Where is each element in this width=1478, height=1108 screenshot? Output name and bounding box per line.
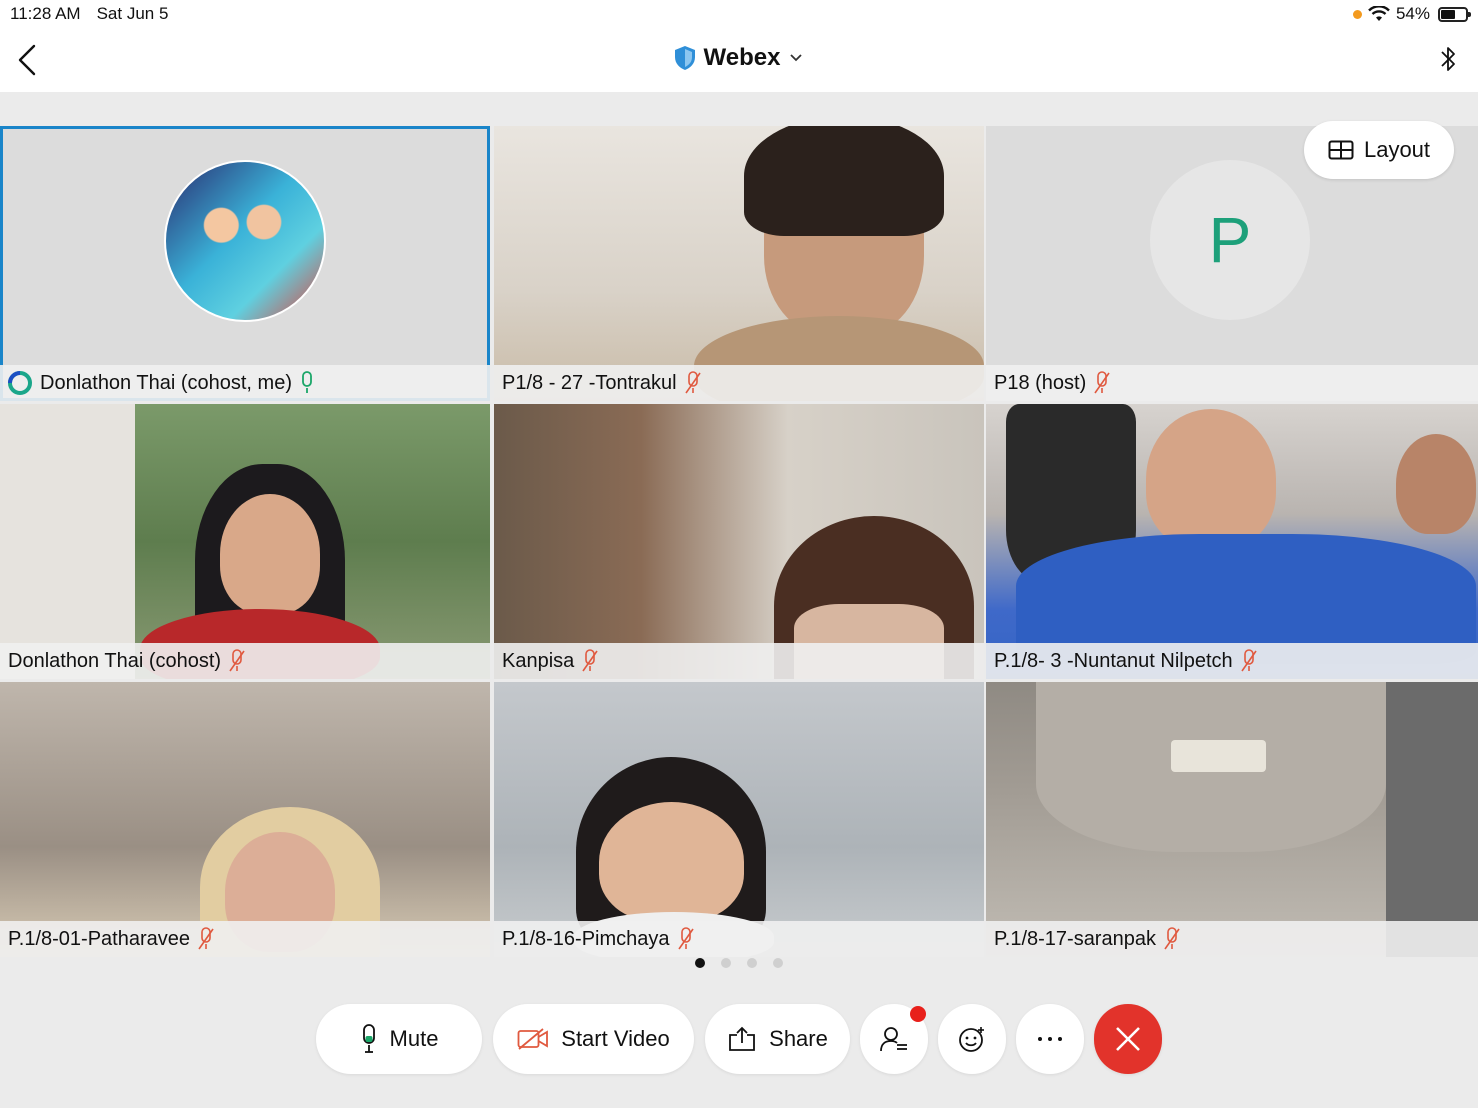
shield-icon — [674, 46, 695, 70]
microphone-muted-icon — [1164, 927, 1180, 950]
end-call-button[interactable] — [1094, 1004, 1162, 1074]
more-dots-icon — [1038, 1037, 1062, 1041]
microphone-icon — [362, 1024, 375, 1053]
reactions-button[interactable] — [938, 1004, 1006, 1074]
meeting-title: Webex — [703, 44, 781, 71]
participants-button[interactable] — [860, 1004, 928, 1074]
page-indicator[interactable] — [0, 958, 1478, 968]
close-icon — [1116, 1027, 1140, 1051]
participant-name: P.1/8-17-saranpak — [994, 927, 1156, 950]
avatar — [164, 160, 326, 322]
participant-name-bar: Donlathon Thai (cohost, me) — [0, 365, 490, 401]
window-frame-shape — [1386, 682, 1478, 957]
microphone-muted-icon — [684, 371, 701, 394]
battery-icon — [1438, 6, 1471, 22]
participant-name: Donlathon Thai (cohost, me) — [40, 371, 292, 394]
avatar: P — [1150, 160, 1310, 320]
participant-name-bar: Kanpisa — [494, 643, 984, 679]
participant-name: Kanpisa — [502, 649, 575, 672]
microphone-muted-icon — [1094, 371, 1110, 394]
participant-name: P1/8 - 27 -Tontrakul — [502, 371, 677, 394]
participant-tile[interactable]: Kanpisa — [494, 404, 984, 679]
participant-video — [220, 494, 320, 614]
mute-label: Mute — [389, 1026, 439, 1051]
share-upload-icon — [729, 1026, 756, 1051]
webex-logo-icon — [8, 371, 32, 395]
wifi-icon — [1368, 6, 1390, 21]
participant-name-bar: P.1/8-01-Patharavee — [0, 921, 490, 957]
hair-shape — [744, 126, 944, 236]
participant-name: P18 (host) — [994, 371, 1087, 394]
meeting-title-menu[interactable]: Webex — [0, 44, 1478, 72]
participant-tile[interactable]: Donlathon Thai (cohost) — [0, 404, 490, 679]
battery-percent: 54% — [1395, 4, 1430, 23]
grid-layout-icon — [1328, 140, 1354, 160]
window-frame-shape — [0, 404, 135, 679]
participant-name-bar: P1/8 - 27 -Tontrakul — [494, 365, 984, 401]
participant-tile[interactable]: P.1/8-16-Pimchaya — [494, 682, 984, 957]
microphone-muted-icon — [1241, 649, 1257, 672]
video-grid: Donlathon Thai (cohost, me) P1/8 - 27 -T… — [0, 126, 1478, 957]
microphone-on-icon — [302, 371, 312, 393]
participant-tile[interactable]: Donlathon Thai (cohost, me) — [0, 126, 490, 401]
visor-label-shape — [1171, 740, 1266, 772]
participant-tile[interactable]: P1/8 - 27 -Tontrakul — [494, 126, 984, 401]
participant-name-bar: P18 (host) — [986, 365, 1478, 401]
participant-name: Donlathon Thai (cohost) — [8, 649, 222, 672]
participant-name-bar: P.1/8-17-saranpak — [986, 921, 1478, 957]
microphone-muted-icon — [229, 649, 245, 672]
emoji-smile-icon — [959, 1027, 984, 1052]
microphone-muted-icon — [582, 649, 598, 672]
participant-tile[interactable]: P.1/8-01-Patharavee — [0, 682, 490, 957]
microphone-muted-icon — [198, 927, 214, 950]
more-options-button[interactable] — [1016, 1004, 1084, 1074]
background-person-shape — [1396, 434, 1476, 534]
meeting-controls: Mute Start Video Share — [0, 1004, 1478, 1074]
participant-video — [599, 802, 744, 922]
page-dot[interactable] — [773, 958, 783, 968]
status-bar-right: 54% — [1352, 4, 1471, 24]
status-time: 11:28 AM — [10, 4, 81, 23]
participant-tile[interactable]: P.1/8- 3 -Nuntanut Nilpetch — [986, 404, 1478, 679]
chevron-down-icon — [790, 54, 803, 62]
page-dot[interactable] — [721, 958, 731, 968]
status-date: Sat Jun 5 — [96, 4, 169, 23]
participant-name-bar: P.1/8-16-Pimchaya — [494, 921, 984, 957]
mic-indicator-icon — [1352, 9, 1362, 19]
mute-button[interactable]: Mute — [316, 1004, 482, 1074]
layout-label: Layout — [1363, 137, 1431, 162]
participant-name-bar: Donlathon Thai (cohost) — [0, 643, 490, 679]
top-bar: 11:28 AM Sat Jun 5 54% Webex — [0, 0, 1478, 92]
participant-name: P.1/8-16-Pimchaya — [502, 927, 670, 950]
page-dot[interactable] — [695, 958, 705, 968]
page-dot[interactable] — [747, 958, 757, 968]
start-video-button[interactable]: Start Video — [493, 1004, 694, 1074]
microphone-muted-icon — [677, 927, 694, 950]
layout-button[interactable]: Layout — [1304, 121, 1454, 179]
participant-video — [1146, 409, 1276, 549]
start-video-label: Start Video — [561, 1026, 670, 1051]
participants-icon — [880, 1027, 907, 1052]
participant-name: P.1/8-01-Patharavee — [8, 927, 190, 950]
share-label: Share — [769, 1026, 828, 1051]
bluetooth-icon[interactable] — [1436, 42, 1460, 78]
participant-name-bar: P.1/8- 3 -Nuntanut Nilpetch — [986, 643, 1478, 679]
notification-badge — [910, 1006, 926, 1022]
status-bar-left: 11:28 AM Sat Jun 5 — [10, 4, 168, 24]
participant-tile[interactable]: P.1/8-17-saranpak — [986, 682, 1478, 957]
share-button[interactable]: Share — [705, 1004, 850, 1074]
video-off-icon — [517, 1028, 549, 1050]
participant-name: P.1/8- 3 -Nuntanut Nilpetch — [994, 649, 1233, 672]
